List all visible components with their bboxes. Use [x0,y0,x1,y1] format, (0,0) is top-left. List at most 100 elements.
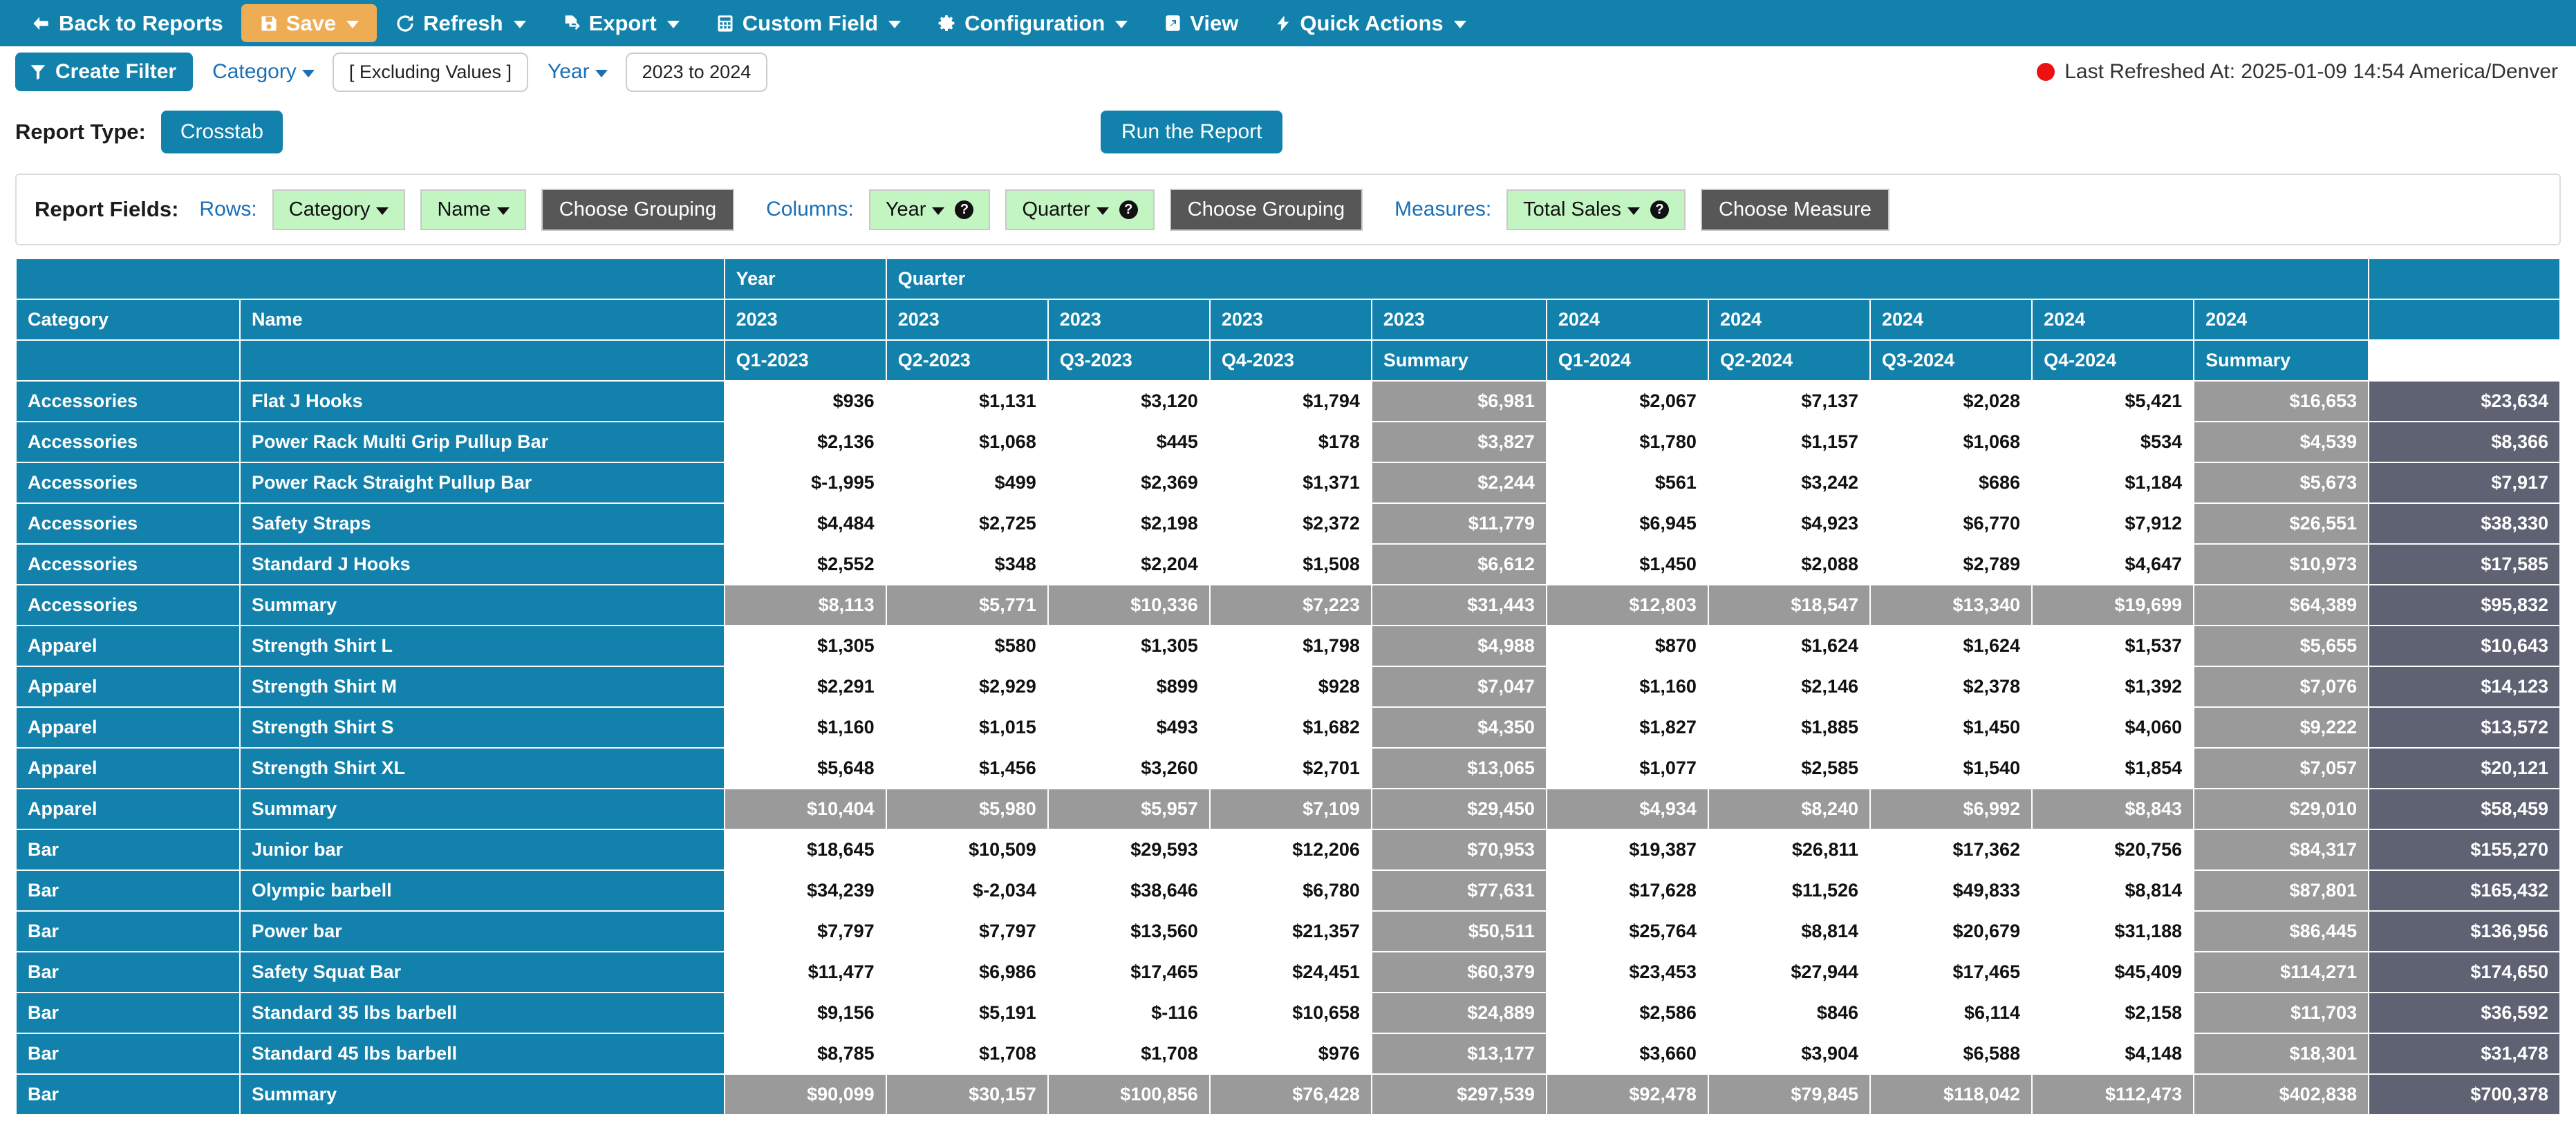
cell-value: $19,387 [1547,830,1708,870]
filter-bar: Create Filter Category [ Excluding Value… [0,46,2576,97]
cell-value: $16,653 [2194,382,2369,421]
cell-value: $79,845 [1708,1075,1869,1114]
cell-value: $19,699 [2033,585,2194,625]
table-row: Bar Safety Squat Bar $11,477 $6,986 $17,465 $… [17,952,2559,992]
rows-field-name[interactable]: Name [420,189,526,230]
cell-value: $77,631 [1372,871,1546,910]
cell-value: $34,239 [725,871,886,910]
filter-value-year[interactable]: 2023 to 2024 [625,52,768,92]
cell-value: $17,628 [1547,871,1708,910]
cell-value: $5,655 [2194,626,2369,666]
toolbar-item-configuration[interactable]: Configuration [919,4,1146,42]
rows-field-category-label: Category [288,198,371,220]
toolbar-label: Configuration [964,11,1105,35]
rows-choose-grouping-button[interactable]: Choose Grouping [541,188,735,231]
header-quarter-cell: Q4-2024 [2033,341,2194,380]
header-quarter-cell: Summary [2194,341,2369,380]
toolbar-item-custom-field[interactable]: Custom Field [698,4,919,42]
cell-value: $8,366 [2369,422,2559,462]
cell-value: $7,057 [2194,749,2369,788]
cell-value: $38,330 [2369,504,2559,543]
table-row: Accessories Power Rack Straight Pullup Ba… [17,463,2559,502]
cell-value: $2,585 [1708,749,1869,788]
cell-value: $1,184 [2033,463,2194,502]
cell-value: $10,643 [2369,626,2559,666]
chevron-down-icon [666,21,680,28]
cell-value: $17,362 [1871,830,2032,870]
cell-value: $12,206 [1210,830,1371,870]
cell-value: $2,369 [1048,463,1209,502]
toolbar-item-back-to-reports[interactable]: Back to Reports [12,4,241,42]
cell-value: $7,797 [725,912,886,951]
header-quarter-cell: Q2-2024 [1708,341,1869,380]
toolbar-item-view[interactable]: View [1146,4,1256,42]
toolbar-label: Refresh [423,11,503,35]
cell-value: $1,537 [2033,626,2194,666]
measures-field-total-sales[interactable]: Total Sales ? [1506,189,1686,230]
header-dimension-quarter: Quarter [886,259,2369,299]
toolbar-item-refresh[interactable]: Refresh [377,4,543,42]
cell-value: $2,146 [1708,667,1869,706]
filter-value-category[interactable]: [ Excluding Values ] [332,52,528,92]
cell-value: $8,240 [1708,789,1869,829]
cell-value: $155,270 [2369,830,2559,870]
create-filter-button[interactable]: Create Filter [15,53,194,91]
table-row: Accessories Standard J Hooks $2,552 $348 $2,… [17,545,2559,584]
cell-value: $2,929 [886,667,1047,706]
help-icon[interactable]: ? [1119,200,1138,219]
toolbar-item-export[interactable]: Export [544,4,698,42]
report-fields-panel: Report Fields: Rows: Category Name Choos… [15,173,2561,245]
chevron-down-icon [595,70,608,77]
header-blank-topleft [17,259,724,299]
arrow-left-icon [30,13,51,34]
cell-value: $23,634 [2369,382,2559,421]
save-disk-icon [259,14,279,33]
cell-value: $7,797 [886,912,1047,951]
cell-value: $7,047 [1372,667,1546,706]
help-icon[interactable]: ? [1650,200,1670,219]
cell-value: $6,114 [1871,993,2032,1033]
cell-category: Bar [17,1034,240,1073]
cell-name: Standard 45 lbs barbell [241,1034,724,1073]
cell-value: $76,428 [1210,1075,1371,1114]
choose-measure-button[interactable]: Choose Measure [1701,188,1889,231]
cell-name: Summary [241,1075,724,1114]
cell-value: $13,560 [1048,912,1209,951]
cell-value: $3,660 [1547,1034,1708,1073]
filter-field-year[interactable]: Year [548,60,608,84]
filter-field-category[interactable]: Category [212,60,315,84]
toolbar-item-quick-actions[interactable]: Quick Actions [1256,4,1484,42]
cell-value: $1,885 [1708,708,1869,747]
cell-value: $23,453 [1547,952,1708,992]
columns-field-year[interactable]: Year ? [868,189,991,230]
chevron-down-icon [1115,21,1128,28]
cell-value: $8,113 [725,585,886,625]
help-icon[interactable]: ? [955,200,974,219]
columns-field-quarter[interactable]: Quarter ? [1005,189,1155,230]
cell-value: $1,798 [1210,626,1371,666]
cell-value: $20,679 [1871,912,2032,951]
report-fields-title: Report Fields: [35,197,179,221]
toolbar-label: Custom Field [742,11,879,35]
cell-value: $2,204 [1048,545,1209,584]
rows-field-category[interactable]: Category [272,189,406,230]
header-quarter-cell: Q1-2024 [1547,341,1708,380]
chevron-down-icon [888,21,902,28]
cell-value: $95,832 [2369,585,2559,625]
cell-name: Strength Shirt S [241,708,724,747]
chevron-down-icon [1096,207,1109,215]
columns-choose-grouping-button[interactable]: Choose Grouping [1169,188,1363,231]
header-blank-category [17,341,240,380]
cell-value: $31,443 [1372,585,1546,625]
refresh-icon [395,13,416,34]
cell-value: $1,854 [2033,749,2194,788]
cell-value: $10,509 [886,830,1047,870]
cell-value: $1,160 [725,708,886,747]
toolbar-label: Quick Actions [1300,11,1444,35]
cell-value: $2,067 [1547,382,1708,421]
toolbar-item-save[interactable]: Save [241,4,377,42]
cell-value: $13,065 [1372,749,1546,788]
report-type-crosstab-button[interactable]: Crosstab [160,111,283,153]
run-the-report-button[interactable]: Run the Report [1101,111,1283,153]
cell-name: Power bar [241,912,724,951]
